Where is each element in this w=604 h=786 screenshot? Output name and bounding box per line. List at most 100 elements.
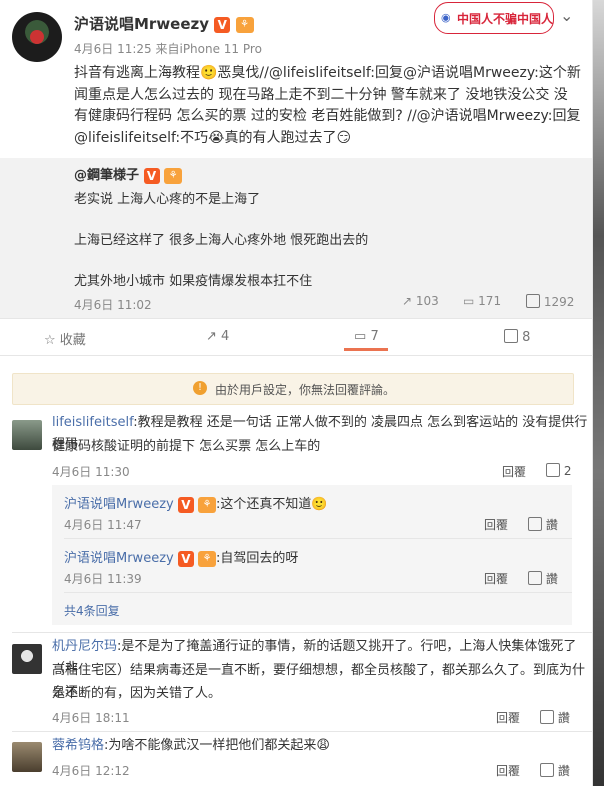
reply-button[interactable]: 回覆 <box>502 463 526 480</box>
reply-button[interactable]: 回覆 <box>496 762 520 779</box>
weibo-card: 沪语说唱Mrweezy V ⚘ 4月6日 11:25 来自iPhone 11 P… <box>0 0 593 786</box>
stamp: ◉ 中国人不骗中国人 <box>434 2 554 34</box>
like-icon <box>540 763 554 777</box>
repost-icon: ↗ <box>402 294 413 308</box>
quote-comment-button[interactable]: ▭ 171 <box>463 294 501 308</box>
avatar[interactable] <box>12 420 42 450</box>
reply-text: 沪语说唱Mrweezy V ⚘:自驾回去的呀 <box>64 547 298 567</box>
post-meta: 4月6日 11:25 来自iPhone 11 Pro <box>74 42 262 56</box>
quote-repost-button[interactable]: ↗ 103 <box>402 294 439 308</box>
verified-icon: V <box>143 167 160 184</box>
like-icon <box>540 710 554 724</box>
like-label: 讚 <box>545 572 558 586</box>
verified-icon: V <box>177 496 194 513</box>
reply-date: 4月6日 11:39 <box>64 572 142 586</box>
reply-content: :这个还真不知道🙂 <box>216 497 328 512</box>
like-count: 2 <box>563 464 572 478</box>
reply-like-button[interactable]: 讚 <box>528 570 558 587</box>
quote-like-button[interactable]: 1292 <box>526 294 574 309</box>
post-body-line: 有健康码行程码 怎么买的票 过的安检 老百姓能做到? //@沪语说唱Mrweez… <box>74 108 581 124</box>
commenter-name[interactable]: 蓉希钨格 <box>52 738 104 753</box>
comment-line: 是不断的有，因为关错了人。 <box>52 686 222 701</box>
favorite-label: 收藏 <box>59 333 86 348</box>
post-body-line: @lifeislifeitself:不巧😭真的有人跑过去了😏 <box>74 129 352 146</box>
quote-line: 上海已经这样了 很多上海人心疼外地 恨死跑出去的 <box>74 233 369 248</box>
location-pin-icon: ◉ <box>441 11 451 24</box>
comment-text: 蓉希钨格:为啥不能像武汉一样把他们都关起来😩 <box>52 735 330 757</box>
like-label: 讚 <box>545 518 558 532</box>
comment-button[interactable]: ▭ 7 <box>354 329 379 344</box>
post-body: 抖音有逃离上海教程🙂恶臭伐//@lifeislifeitself:回复@沪语说唱… <box>74 63 582 149</box>
like-count: 8 <box>522 330 531 345</box>
fan-badge-icon: ⚘ <box>198 496 216 513</box>
quote-line: 老实说 上海人心疼的不是上海了 <box>74 192 261 207</box>
comment-icon: ▭ <box>463 294 475 308</box>
divider <box>64 538 572 539</box>
comment-like-button[interactable]: 讚 <box>540 709 570 726</box>
comment-date: 4月6日 11:30 <box>52 465 130 479</box>
fan-badge-icon: ⚘ <box>235 16 254 33</box>
like-label: 讚 <box>557 764 570 778</box>
avatar[interactable] <box>12 644 42 674</box>
quote-date: 4月6日 11:02 <box>74 298 152 312</box>
comment-count: 7 <box>370 329 379 344</box>
fan-badge-icon: ⚘ <box>198 550 216 567</box>
like-icon <box>526 294 540 308</box>
post-body-line: 抖音有逃离上海教程🙂恶臭伐//@lifeislifeitself:回复@沪语说唱… <box>74 65 581 81</box>
verified-icon: V <box>177 550 194 567</box>
comment-date: 4月6日 12:12 <box>52 764 130 778</box>
reply-like-button[interactable]: 讚 <box>528 516 558 533</box>
replier-name[interactable]: 沪语说唱Mrweezy <box>64 551 174 566</box>
chevron-down-icon[interactable]: ⌄ <box>560 6 573 25</box>
like-icon <box>528 571 542 585</box>
divider <box>0 318 592 319</box>
fan-badge-icon: ⚘ <box>164 167 183 184</box>
repost-button[interactable]: ↗ 4 <box>206 329 229 344</box>
quote-comment-count: 171 <box>478 294 502 308</box>
reply-date: 4月6日 11:47 <box>64 518 142 532</box>
notice-text: 由於用戶設定，你無法回覆評論。 <box>215 383 396 397</box>
background-photo-strip <box>593 0 604 786</box>
quote-like-count: 1292 <box>543 295 575 309</box>
reply-disabled-notice: ! 由於用戶設定，你無法回覆評論。 <box>12 373 574 405</box>
divider <box>0 355 592 356</box>
star-icon: ☆ <box>44 333 56 348</box>
avatar[interactable] <box>12 12 62 62</box>
comment-line: :为啥不能像武汉一样把他们都关起来😩 <box>104 738 330 753</box>
reply-text: 沪语说唱Mrweezy V ⚘:这个还真不知道🙂 <box>64 493 328 513</box>
divider <box>12 632 592 633</box>
comment-like-button[interactable]: 2 <box>546 463 571 478</box>
divider <box>64 592 572 593</box>
more-replies-link[interactable]: 共4条回复 <box>64 602 120 619</box>
reply-button[interactable]: 回覆 <box>484 516 508 533</box>
stamp-text: 中国人不骗中国人 <box>457 12 554 26</box>
quote-author-name[interactable]: @鋼筆様子 <box>74 168 139 183</box>
quote-repost-count: 103 <box>415 294 439 308</box>
like-icon <box>546 463 560 477</box>
comment-date: 4月6日 18:11 <box>52 711 130 725</box>
commenter-name[interactable]: 机丹尼尔玛 <box>52 639 117 654</box>
reply-button[interactable]: 回覆 <box>484 570 508 587</box>
comment-like-button[interactable]: 讚 <box>540 762 570 779</box>
like-icon <box>528 517 542 531</box>
replier-name[interactable]: 沪语说唱Mrweezy <box>64 497 174 512</box>
repost-icon: ↗ <box>206 329 217 344</box>
quote-line: 尤其外地小城市 如果疫情爆发根本扛不住 <box>74 274 313 289</box>
quote-author[interactable]: @鋼筆様子 V ⚘ <box>74 164 183 184</box>
like-button[interactable]: 8 <box>504 329 530 345</box>
commenter-name[interactable]: lifeislifeitself <box>52 415 133 430</box>
favorite-button[interactable]: ☆ 收藏 <box>44 329 86 348</box>
like-icon <box>504 329 518 343</box>
divider <box>12 731 592 732</box>
reply-button[interactable]: 回覆 <box>496 709 520 726</box>
post-body-line: 闻重点是人怎么过去的 现在马路上走不到二十分钟 警车就来了 没地铁没公交 没 <box>74 86 568 103</box>
comment-line: 健康码核酸证明的前提下 怎么买票 怎么上车的 <box>52 439 321 454</box>
avatar[interactable] <box>12 742 42 772</box>
info-icon: ! <box>193 381 207 395</box>
repost-count: 4 <box>221 329 230 344</box>
reply-content: :自驾回去的呀 <box>216 551 299 566</box>
active-tab-indicator <box>344 348 388 351</box>
author-name[interactable]: 沪语说唱Mrweezy <box>74 15 209 33</box>
comment-icon: ▭ <box>354 329 367 344</box>
post-author[interactable]: 沪语说唱Mrweezy V ⚘ <box>74 13 254 34</box>
